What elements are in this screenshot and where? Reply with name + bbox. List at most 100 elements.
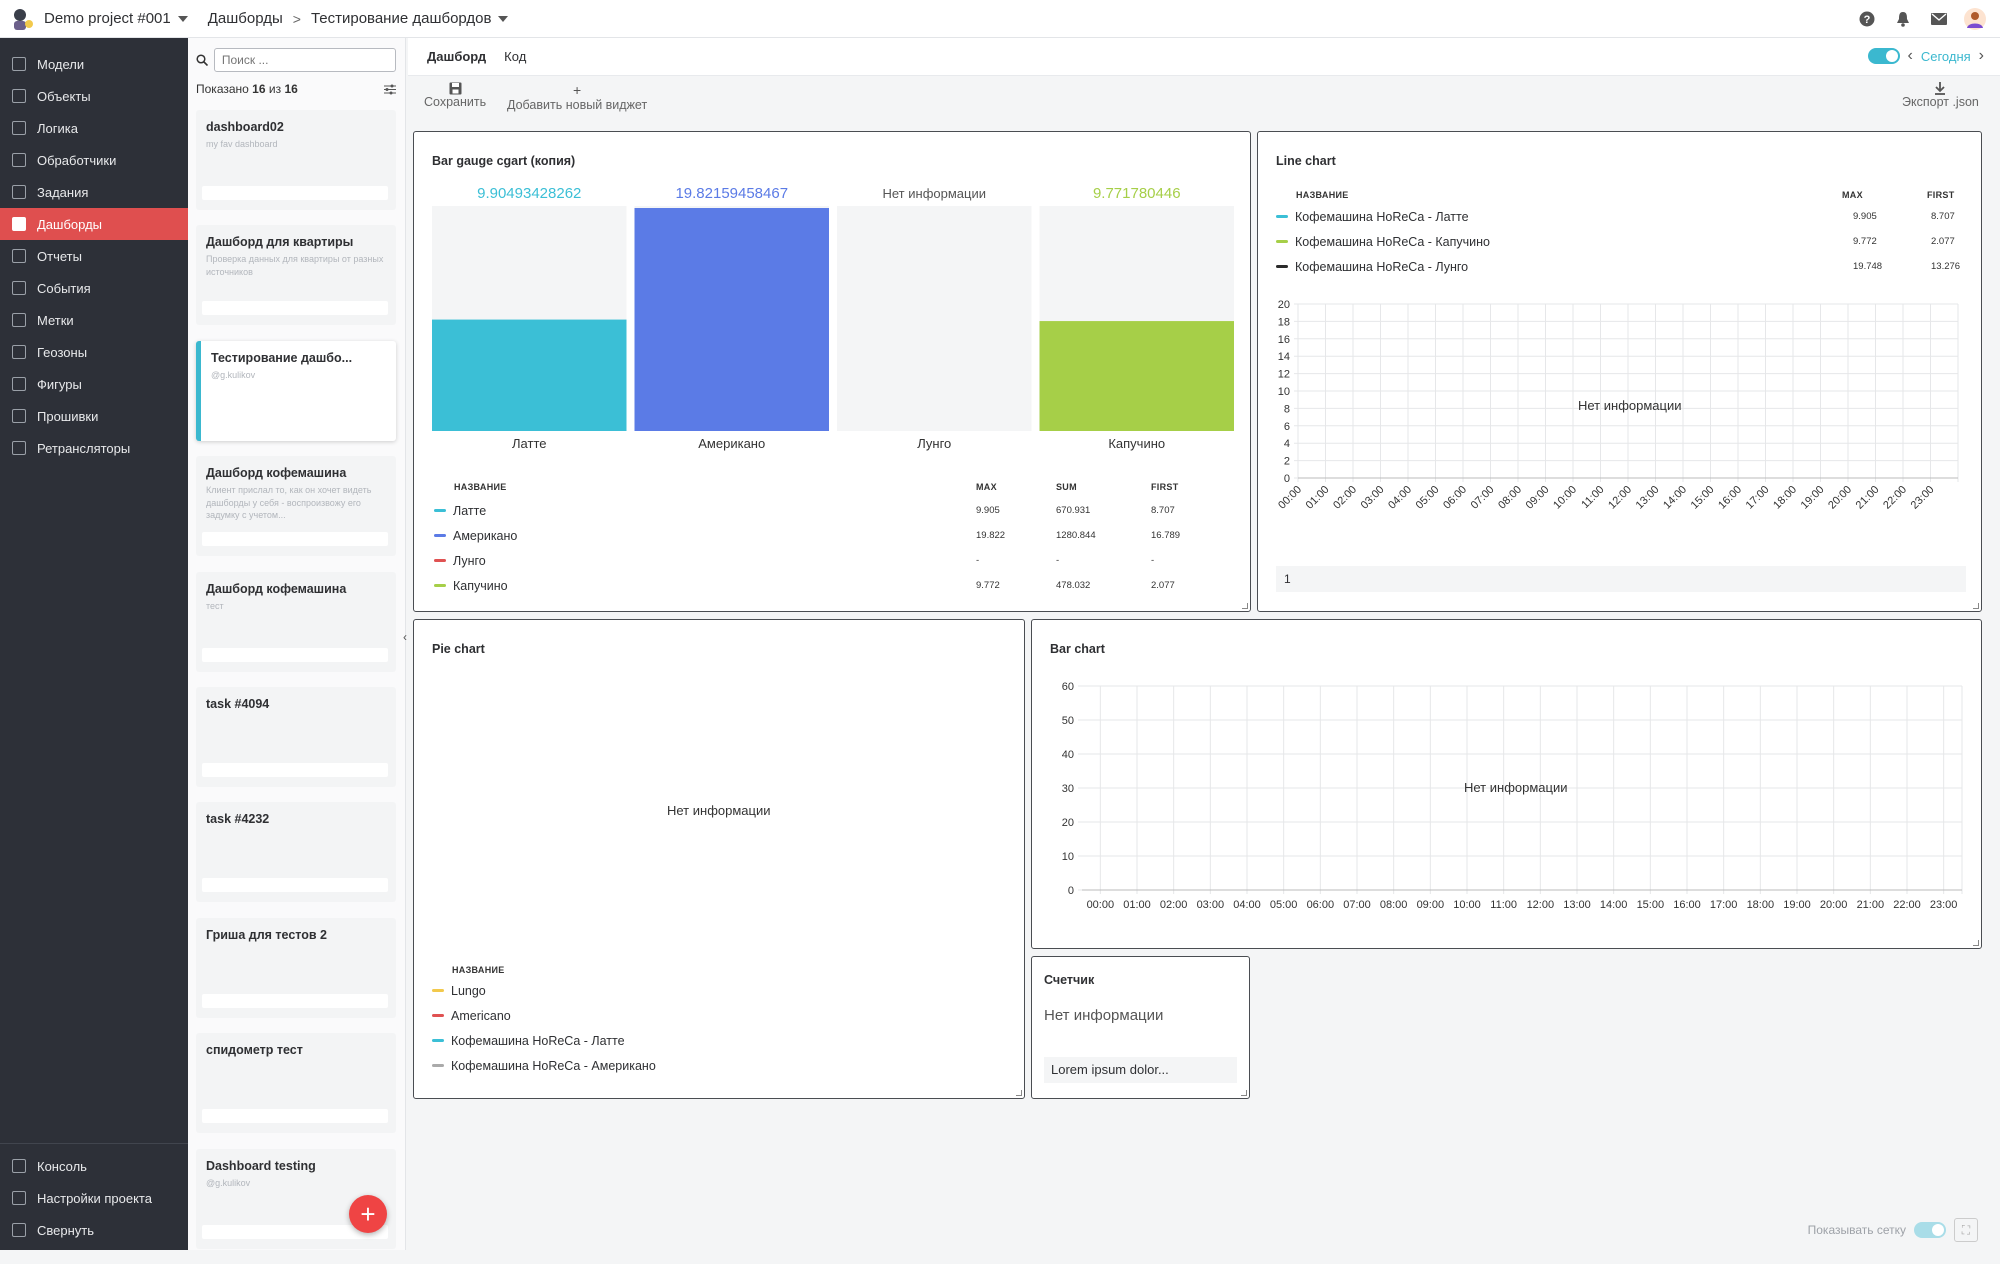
date-range-label[interactable]: Сегодня xyxy=(1921,49,1971,64)
chevron-left-icon[interactable]: ‹ xyxy=(1908,47,1913,65)
bar-gauge-legend: НАЗВАНИЕ MAX SUM FIRST Латте 9.905 670.931… xyxy=(434,482,1234,598)
add-dashboard-button[interactable]: + xyxy=(349,1195,387,1233)
x-tick-label: 07:00 xyxy=(1343,899,1371,911)
pagination[interactable]: 1 xyxy=(1276,566,1966,592)
search-input[interactable] xyxy=(213,48,396,72)
legend-name: Капучино xyxy=(453,578,508,593)
sidebar-item-11[interactable]: Прошивки xyxy=(0,400,188,432)
sidebar-item-label: Модели xyxy=(37,56,85,72)
resize-handle[interactable] xyxy=(1973,940,1979,946)
collapse-panel-icon[interactable]: ‹ xyxy=(400,628,410,646)
legend-first: - xyxy=(1151,555,1155,566)
sidebar-item-3[interactable]: Обработчики xyxy=(0,144,188,176)
fullscreen-icon[interactable]: ⛶ xyxy=(1954,1218,1978,1242)
x-tick-label: 11:00 xyxy=(1579,484,1606,511)
dashboard-card[interactable]: task #4094 xyxy=(196,686,396,787)
bar-gauge-widget[interactable]: Bar gauge cgart (копия) 9.90493428262 Лат… xyxy=(413,131,1251,612)
sidebar-bottom-item-1[interactable]: Настройки проекта xyxy=(0,1182,188,1214)
dashboard-card[interactable]: Дашборд для квартиры Проверка данных для … xyxy=(196,225,396,326)
legend-row[interactable]: Кофемашина HoReCa - Латте 9.905 8.707 xyxy=(1276,204,1966,229)
resize-handle[interactable] xyxy=(1241,1090,1247,1096)
sidebar-item-6[interactable]: Отчеты xyxy=(0,240,188,272)
shown-total: 16 xyxy=(284,82,298,96)
dashboard-card[interactable]: спидометр тест xyxy=(196,1033,396,1134)
sidebar-bottom-item-2[interactable]: Свернуть xyxy=(0,1214,188,1246)
x-tick-label: 13:00 xyxy=(1563,899,1591,911)
project-selector[interactable]: Demo project #001 xyxy=(44,10,188,27)
legend-row[interactable]: Кофемашина HoReCa - Латте xyxy=(432,1028,656,1053)
legend-row[interactable]: Латте 9.905 670.931 8.707 xyxy=(434,498,1234,523)
avatar-icon[interactable] xyxy=(1964,8,1986,30)
filter-icon[interactable] xyxy=(384,84,396,95)
dashboard-card[interactable]: Дашборд кофемашина Клиент прислал то, как… xyxy=(196,456,396,557)
grid-toggle-switch[interactable] xyxy=(1914,1222,1946,1238)
resize-handle[interactable] xyxy=(1016,1090,1022,1096)
sidebar-item-10[interactable]: Фигуры xyxy=(0,368,188,400)
sidebar-bottom-item-0[interactable]: Консоль xyxy=(0,1150,188,1182)
legend-max: 19.748 xyxy=(1853,261,1883,272)
sidebar-item-2[interactable]: Логика xyxy=(0,112,188,144)
legend-name: Лунго xyxy=(453,553,486,568)
dashboard-card[interactable]: Тестирование дашбо... @g.kulikov xyxy=(196,340,396,441)
legend-first: 13.276 xyxy=(1931,261,1961,272)
bell-icon[interactable] xyxy=(1892,8,1914,30)
resize-handle[interactable] xyxy=(1973,603,1979,609)
legend-swatch xyxy=(434,534,446,537)
sidebar-item-0[interactable]: Модели xyxy=(0,48,188,80)
add-widget-button[interactable]: + Добавить новый виджет xyxy=(507,82,647,112)
chevron-right-icon[interactable]: › xyxy=(1979,47,1984,65)
no-info-text: Нет информации xyxy=(1464,780,1568,795)
mail-icon[interactable] xyxy=(1928,8,1950,30)
card-title: Dashboard testing xyxy=(206,1158,316,1173)
breadcrumb-current[interactable]: Тестирование дашбордов xyxy=(311,10,492,27)
legend-name: Кофемашина HoReCa - Американо xyxy=(451,1058,656,1073)
tab-dashboard[interactable]: Дашборд xyxy=(418,38,495,76)
y-tick-label: 12 xyxy=(1278,369,1290,381)
legend-row[interactable]: Кофемашина HoReCa - Американо xyxy=(432,1053,656,1078)
chevron-down-icon[interactable] xyxy=(498,15,509,22)
y-tick-label: 50 xyxy=(1062,715,1074,727)
logo-icon[interactable] xyxy=(6,2,38,35)
sidebar-item-5[interactable]: Дашборды xyxy=(0,208,188,240)
tab-code[interactable]: Код xyxy=(495,38,535,76)
sidebar-item-8[interactable]: Метки xyxy=(0,304,188,336)
line-chart-widget[interactable]: Line chart НАЗВАНИЕ MAX FIRST Кофемашина… xyxy=(1257,131,1982,612)
sidebar-item-label: Прошивки xyxy=(37,408,99,424)
legend-row[interactable]: Кофемашина HoReCa - Капучино 9.772 2.077 xyxy=(1276,229,1966,254)
legend-row[interactable]: Американо 19.822 1280.844 16.789 xyxy=(434,523,1234,548)
sidebar-item-label: Геозоны xyxy=(37,344,88,360)
dashboard-card[interactable]: task #4232 xyxy=(196,802,396,903)
x-tick-label: 08:00 xyxy=(1496,484,1524,512)
y-tick-label: 10 xyxy=(1278,386,1290,398)
sidebar-item-9[interactable]: Геозоны xyxy=(0,336,188,368)
live-toggle[interactable] xyxy=(1867,48,1900,64)
sidebar-item-7[interactable]: События xyxy=(0,272,188,304)
widget-title: Bar chart xyxy=(1050,642,1105,656)
card-footer xyxy=(202,186,388,200)
export-json-button[interactable]: Экспорт .json xyxy=(1902,82,1979,109)
dashboard-card[interactable]: Дашборд кофемашина тест xyxy=(196,571,396,672)
sidebar-item-12[interactable]: Ретрансляторы xyxy=(0,432,188,464)
pie-chart-widget[interactable]: Pie chart Нет информации НАЗВАНИЕ Lungo A… xyxy=(413,619,1025,1099)
save-button[interactable]: Сохранить xyxy=(424,82,486,109)
counter-widget[interactable]: Счетчик Нет информации Lorem ipsum dolor… xyxy=(1031,956,1250,1099)
breadcrumb-dashboards[interactable]: Дашборды xyxy=(208,10,283,27)
x-tick-label: 16:00 xyxy=(1716,484,1744,512)
show-grid-toggle[interactable]: Показывать сетку ⛶ xyxy=(1808,1218,1978,1242)
bar-chart-widget[interactable]: Bar chart 0 10 20 30 40 50 60 00:00 01:00 02:00 03… xyxy=(1031,619,1982,949)
legend-header-max: MAX xyxy=(1842,190,1863,200)
legend-header-max: MAX xyxy=(976,482,997,492)
x-tick-label: 07:00 xyxy=(1469,484,1497,512)
legend-row[interactable]: Americano xyxy=(432,1003,656,1028)
top-bar: Demo project #001 Дашборды > Тестировани… xyxy=(0,0,2000,38)
legend-row[interactable]: Лунго - - - xyxy=(434,548,1234,573)
legend-row[interactable]: Lungo xyxy=(432,978,656,1003)
help-icon[interactable]: ? xyxy=(1856,8,1878,30)
sidebar-item-4[interactable]: Задания xyxy=(0,176,188,208)
dashboard-card[interactable]: dashboard02 my fav dashboard xyxy=(196,110,396,210)
sidebar-item-1[interactable]: Объекты xyxy=(0,80,188,112)
resize-handle[interactable] xyxy=(1242,603,1248,609)
legend-row[interactable]: Капучино 9.772 478.032 2.077 xyxy=(434,573,1234,598)
legend-row[interactable]: Кофемашина HoReCa - Лунго 19.748 13.276 xyxy=(1276,254,1966,279)
dashboard-card[interactable]: Гриша для тестов 2 xyxy=(196,917,396,1018)
